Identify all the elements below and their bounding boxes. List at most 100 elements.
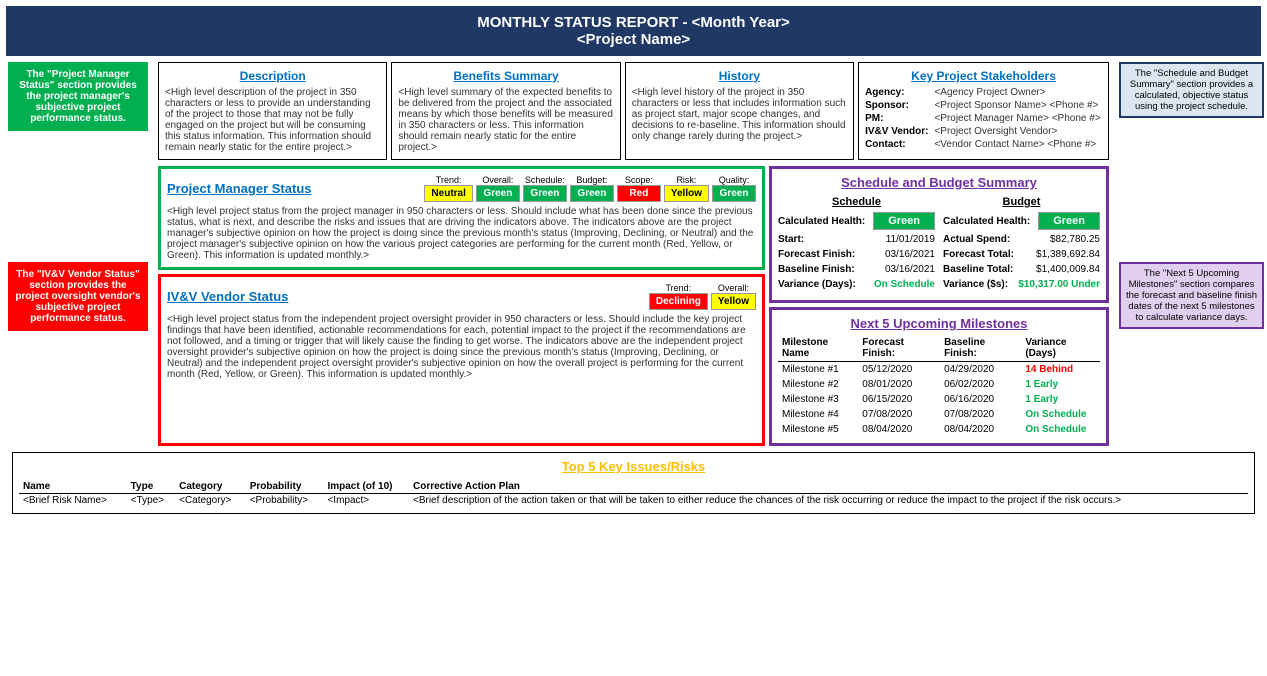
stakeholder-label: IV&V Vendor: bbox=[865, 126, 928, 137]
sb-row-label: Start: bbox=[778, 234, 804, 245]
header: MONTHLY STATUS REPORT - <Month Year> <Pr… bbox=[6, 6, 1261, 56]
ms-col-header: Forecast Finish: bbox=[858, 335, 940, 362]
issues-cell-category: <Category> bbox=[175, 494, 246, 508]
sb-schedule-col: Schedule Calculated Health: Green Start:… bbox=[778, 196, 935, 294]
sb-row-value: $10,317.00 Under bbox=[1018, 279, 1100, 290]
stakeholder-label: PM: bbox=[865, 113, 928, 124]
sb-row-value: $82,780.25 bbox=[1050, 234, 1100, 245]
ms-col-header: Variance (Days) bbox=[1021, 335, 1100, 362]
issues-cell-probability: <Probability> bbox=[246, 494, 324, 508]
ms-table-row: Milestone #306/15/202006/16/20201 Early bbox=[778, 392, 1100, 407]
ivv-status-body: <High level project status from the inde… bbox=[167, 314, 756, 380]
sb-row-label: Variance ($s): bbox=[943, 279, 1008, 290]
header-line2: <Project Name> bbox=[10, 31, 1257, 48]
ms-cell-forecast: 06/15/2020 bbox=[858, 392, 940, 407]
ms-table-row: Milestone #407/08/202007/08/2020On Sched… bbox=[778, 407, 1100, 422]
issues-table: NameTypeCategoryProbabilityImpact (of 10… bbox=[19, 480, 1248, 507]
stakeholder-label: Contact: bbox=[865, 139, 928, 150]
issues-wrapper: Top 5 Key Issues/Risks NameTypeCategoryP… bbox=[12, 452, 1255, 514]
issues-table-row: <Brief Risk Name><Type><Category><Probab… bbox=[19, 494, 1248, 508]
ms-cell-baseline: 04/29/2020 bbox=[940, 362, 1021, 378]
ms-cell-variance: 1 Early bbox=[1021, 377, 1100, 392]
sb-row-label: Actual Spend: bbox=[943, 234, 1010, 245]
sb-row-value: 11/01/2019 bbox=[886, 234, 935, 245]
benefits-body: <High level summary of the expected bene… bbox=[398, 87, 613, 153]
badge-label: Trend: bbox=[424, 175, 472, 185]
sb-schedule-row: Baseline Finish:03/16/2021 bbox=[778, 264, 935, 275]
pm-badge-container: Overall:Green bbox=[476, 175, 520, 202]
badge-label: Quality: bbox=[712, 175, 756, 185]
stakeholder-value: <Agency Project Owner> bbox=[934, 87, 1102, 98]
ms-title: Next 5 Upcoming Milestones bbox=[778, 316, 1100, 331]
stakeholders-cell: Key Project Stakeholders Agency:<Agency … bbox=[858, 62, 1109, 160]
stakeholder-value: <Project Manager Name> <Phone #> bbox=[934, 113, 1102, 124]
ms-cell-variance: On Schedule bbox=[1021, 422, 1100, 437]
description-title: Description bbox=[165, 69, 380, 83]
ms-cell-forecast: 08/01/2020 bbox=[858, 377, 940, 392]
ms-table-row: Milestone #105/12/202004/29/202014 Behin… bbox=[778, 362, 1100, 378]
stakeholders-title: Key Project Stakeholders bbox=[865, 69, 1102, 83]
sb-budget-row: Variance ($s): $10,317.00 Under bbox=[943, 279, 1100, 290]
issues-col-header: Corrective Action Plan bbox=[409, 480, 1248, 494]
sb-budget-health-label: Calculated Health: bbox=[943, 216, 1030, 227]
ms-cell-baseline: 08/04/2020 bbox=[940, 422, 1021, 437]
badge-value: Green bbox=[570, 185, 614, 202]
issues-col-header: Category bbox=[175, 480, 246, 494]
annotation-ms: The "Next 5 Upcoming Milestones" section… bbox=[1119, 262, 1264, 329]
ivv-status-title: IV&V Vendor Status bbox=[167, 289, 288, 304]
sb-schedule-row: Forecast Finish:03/16/2021 bbox=[778, 249, 935, 260]
ms-cell-name: Milestone #3 bbox=[778, 392, 858, 407]
ms-table-row: Milestone #508/04/202008/04/2020On Sched… bbox=[778, 422, 1100, 437]
stakeholder-label: Sponsor: bbox=[865, 100, 928, 111]
badge-label: Trend: bbox=[649, 283, 708, 293]
sb-budget-row: Baseline Total:$1,400,009.84 bbox=[943, 264, 1100, 275]
ms-table-row: Milestone #208/01/202006/02/20201 Early bbox=[778, 377, 1100, 392]
ms-cell-baseline: 06/02/2020 bbox=[940, 377, 1021, 392]
pm-badge-container: Scope:Red bbox=[617, 175, 661, 202]
pm-status-box: Project Manager Status Trend:NeutralOver… bbox=[158, 166, 765, 270]
badge-label: Overall: bbox=[476, 175, 520, 185]
issues-cell-impact: <Impact> bbox=[323, 494, 409, 508]
sb-budget-health-value: Green bbox=[1038, 212, 1100, 230]
content-wrapper: The "Project Manager Status" section pro… bbox=[158, 62, 1109, 446]
stakeholder-value: <Vendor Contact Name> <Phone #> bbox=[934, 139, 1102, 150]
stakeholder-value: <Project Sponsor Name> <Phone #> bbox=[934, 100, 1102, 111]
sb-row-label: Variance (Days): bbox=[778, 279, 856, 290]
sb-sched-health-row: Calculated Health: Green bbox=[778, 212, 935, 230]
row2: Project Manager Status Trend:NeutralOver… bbox=[158, 166, 1109, 446]
row2-right: Schedule and Budget Summary Schedule Cal… bbox=[769, 166, 1109, 446]
pm-badge-container: Risk:Yellow bbox=[664, 175, 709, 202]
annotation-sb: The "Schedule and Budget Summary" sectio… bbox=[1119, 62, 1264, 118]
ms-cell-baseline: 07/08/2020 bbox=[940, 407, 1021, 422]
ms-cell-name: Milestone #2 bbox=[778, 377, 858, 392]
ivv-status-header: IV&V Vendor Status Trend:DecliningOveral… bbox=[167, 283, 756, 310]
sb-budget-health-row: Calculated Health: Green bbox=[943, 212, 1100, 230]
pm-status-title: Project Manager Status bbox=[167, 181, 312, 196]
issues-cell-name: <Brief Risk Name> bbox=[19, 494, 127, 508]
sb-sched-health-label: Calculated Health: bbox=[778, 216, 865, 227]
ms-cell-variance: 1 Early bbox=[1021, 392, 1100, 407]
sb-row-value: 03/16/2021 bbox=[885, 249, 935, 260]
sb-row-value: $1,400,009.84 bbox=[1036, 264, 1100, 275]
badge-label: Schedule: bbox=[523, 175, 567, 185]
badge-label: Overall: bbox=[711, 283, 756, 293]
sb-budget-title: Budget bbox=[943, 196, 1100, 208]
history-title: History bbox=[632, 69, 847, 83]
ivv-status-box: IV&V Vendor Status Trend:DecliningOveral… bbox=[158, 274, 765, 446]
badge-label: Risk: bbox=[664, 175, 709, 185]
row2-left: Project Manager Status Trend:NeutralOver… bbox=[158, 166, 765, 446]
stakeholders-grid: Agency:<Agency Project Owner>Sponsor:<Pr… bbox=[865, 87, 1102, 150]
issues-col-header: Probability bbox=[246, 480, 324, 494]
ms-cell-forecast: 08/04/2020 bbox=[858, 422, 940, 437]
stakeholder-value: <Project Oversight Vendor> bbox=[934, 126, 1102, 137]
ms-col-header: Milestone Name bbox=[778, 335, 858, 362]
badge-value: Yellow bbox=[664, 185, 709, 202]
badge-value: Red bbox=[617, 185, 661, 202]
history-body: <High level history of the project in 35… bbox=[632, 87, 847, 142]
pm-badge-group: Trend:NeutralOverall:GreenSchedule:Green… bbox=[424, 175, 756, 202]
row1: Description <High level description of t… bbox=[158, 62, 1109, 160]
badge-value: Declining bbox=[649, 293, 708, 310]
description-body: <High level description of the project i… bbox=[165, 87, 380, 153]
issues-cell-type: <Type> bbox=[127, 494, 175, 508]
sb-schedule-row: Start: 11/01/2019 bbox=[778, 234, 935, 245]
